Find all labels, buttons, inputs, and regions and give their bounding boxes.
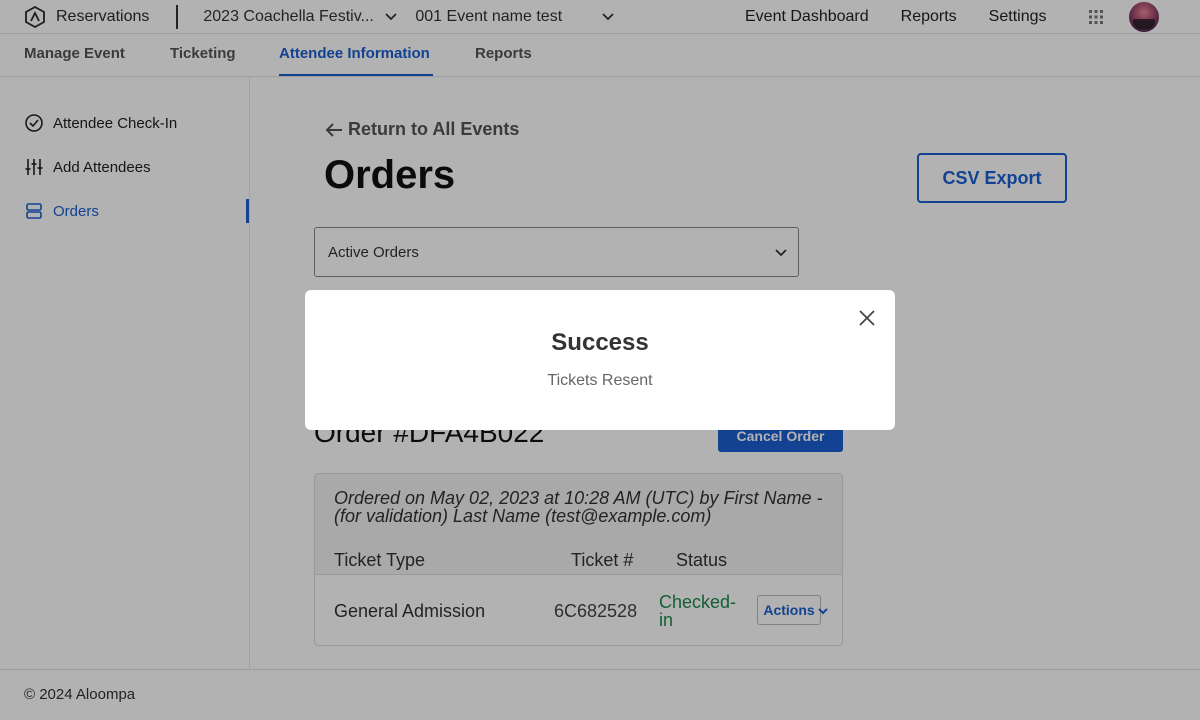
modal-title: Success (551, 329, 649, 356)
close-icon (859, 310, 875, 326)
success-modal: Success Tickets Resent (305, 290, 895, 430)
close-button[interactable] (856, 307, 878, 329)
modal-message: Tickets Resent (547, 372, 653, 389)
